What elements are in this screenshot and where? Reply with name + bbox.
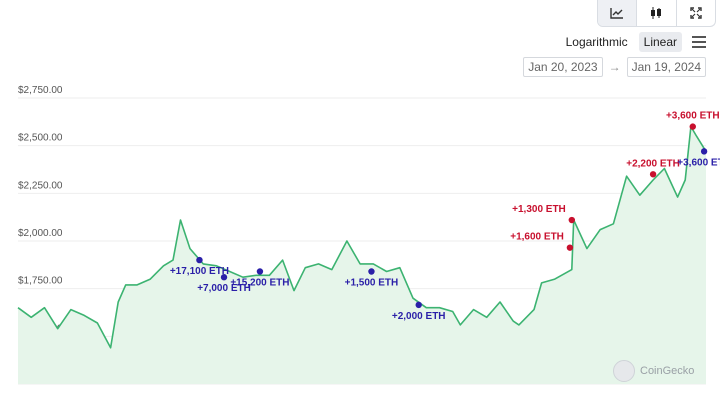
trade-label: +2,200 ETH [626, 158, 680, 169]
trade-marker [368, 268, 375, 275]
watermark-text: CoinGecko [640, 365, 695, 377]
y-tick-label: $2,000.00 [18, 228, 63, 239]
trade-label: +1,300 ETH [512, 204, 566, 215]
trade-marker [568, 216, 576, 224]
trade-marker [415, 301, 422, 309]
trade-label: +3,600 ETH [677, 157, 720, 168]
trade-marker [700, 148, 708, 155]
trade-marker [649, 171, 657, 178]
trade-label: +17,100 ETH [170, 266, 229, 277]
trade-marker [256, 268, 264, 275]
trade-marker [196, 256, 203, 264]
trade-label: +3,600 ETH [666, 111, 720, 122]
trade-label: +1,600 ETH [510, 232, 564, 243]
trade-marker [220, 274, 228, 281]
coingecko-logo-icon [613, 360, 635, 382]
trade-marker [566, 244, 574, 251]
trade-label: +1,500 ETH [345, 278, 399, 289]
y-tick-label: $2,750.00 [18, 85, 63, 96]
trade-label: +2,000 ETH [392, 311, 446, 322]
y-tick-label: $2,500.00 [18, 133, 63, 144]
coingecko-watermark: CoinGecko [613, 360, 694, 382]
trade-label: +15,200 ETH [230, 278, 289, 289]
price-area [18, 126, 706, 384]
y-tick-label: $1,750.00 [18, 276, 63, 287]
trade-marker [689, 123, 696, 130]
y-tick-label: $2,250.00 [18, 180, 63, 191]
price-chart: $1,250.00$1,500.00$1,750.00$2,000.00$2,2… [17, 85, 720, 385]
